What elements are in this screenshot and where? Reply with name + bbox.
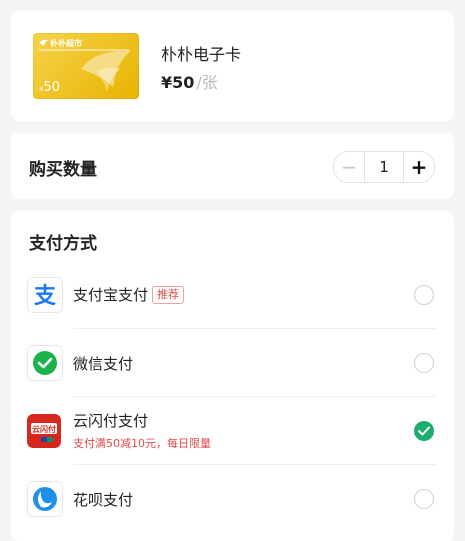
radio-button-huabei[interactable] xyxy=(414,489,434,509)
bird-watermark-icon xyxy=(77,47,133,97)
payment-option-label: 云闪付支付 xyxy=(73,412,149,430)
payment-option-alipay[interactable]: 支 支付宝支付 推荐 xyxy=(11,261,454,329)
alipay-icon: 支 xyxy=(27,277,63,313)
radio-button-wechat[interactable] xyxy=(414,353,434,373)
payment-option-label: 花呗支付 xyxy=(73,491,134,509)
product-card: 朴朴超市 ¥50 朴朴电子卡 ¥50/张 xyxy=(11,11,454,121)
promo-text: 支付满50减10元，每日限量 xyxy=(73,437,211,450)
radio-button-alipay[interactable] xyxy=(414,285,434,305)
check-icon xyxy=(418,426,430,436)
gift-card-value: ¥50 xyxy=(39,80,61,95)
svg-text:云闪付: 云闪付 xyxy=(32,424,56,434)
quantity-card: 购买数量 − 1 + xyxy=(11,133,454,199)
payment-option-label: 微信支付 xyxy=(73,355,134,373)
product-unit: /张 xyxy=(196,73,218,92)
payment-option-label: 支付宝支付 推荐 xyxy=(73,284,185,305)
wechat-pay-icon xyxy=(27,345,63,381)
payment-option-wechat[interactable]: 微信支付 xyxy=(11,329,454,397)
quantity-label: 购买数量 xyxy=(29,160,97,180)
recommend-badge: 推荐 xyxy=(152,286,185,304)
payment-title: 支付方式 xyxy=(29,234,97,254)
increase-button[interactable]: + xyxy=(404,152,434,182)
quantity-stepper: − 1 + xyxy=(333,151,435,183)
decrease-button[interactable]: − xyxy=(334,152,364,182)
payment-option-unionpay[interactable]: 云闪付 云闪付支付 支付满50减10元，每日限量 xyxy=(11,397,454,465)
payment-method-card: 支付方式 支 支付宝支付 推荐 微信支付 云闪付 云闪付支付 支付满50减10元… xyxy=(11,211,454,541)
radio-button-unionpay[interactable] xyxy=(414,421,434,441)
gift-card-brand: 朴朴超市 xyxy=(39,38,82,49)
gift-card-image: 朴朴超市 ¥50 xyxy=(33,33,139,99)
unionpay-quickpass-icon: 云闪付 xyxy=(27,414,61,448)
bird-logo-icon xyxy=(39,39,48,49)
product-price: ¥50/张 xyxy=(161,73,218,92)
quantity-value[interactable]: 1 xyxy=(364,152,404,182)
huabei-icon xyxy=(27,481,63,517)
product-name: 朴朴电子卡 xyxy=(161,45,242,64)
svg-text:支: 支 xyxy=(34,284,57,308)
